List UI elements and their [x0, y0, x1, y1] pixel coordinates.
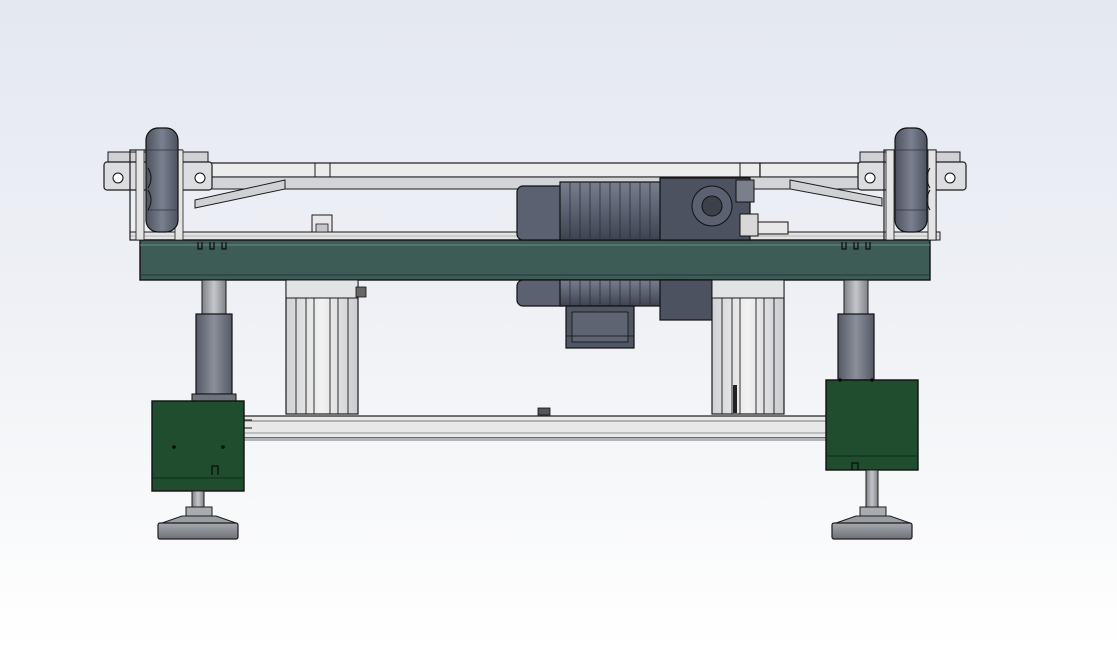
left-lift-cylinder: [285, 279, 367, 415]
cad-viewport: [0, 0, 1117, 647]
left-leg: [191, 279, 237, 403]
right-lift-cylinder: [711, 279, 785, 415]
green-cross-beam: [139, 239, 931, 281]
left-green-housing: [151, 400, 252, 492]
right-green-housing: [825, 378, 919, 471]
right-leveling-foot: [831, 469, 913, 540]
conveyor-assembly-drawing: [103, 127, 967, 540]
right-wheel: [857, 127, 967, 241]
right-leg: [837, 279, 875, 381]
left-wheel: [103, 127, 213, 241]
left-leveling-foot: [157, 490, 239, 540]
